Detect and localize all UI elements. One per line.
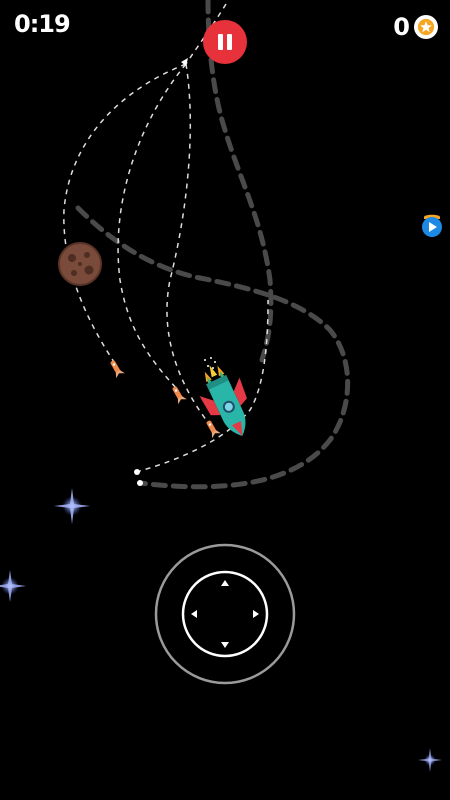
elapsed-timer: 0:19 <box>14 10 71 38</box>
coin-count: 0 <box>393 13 410 41</box>
video-reward-button[interactable] <box>421 213 443 239</box>
pause-button[interactable] <box>203 20 247 64</box>
arrow-up-icon <box>221 580 229 586</box>
arrow-right-icon <box>253 610 259 618</box>
star-coin-icon <box>414 15 438 39</box>
coin-counter: 0 <box>393 13 438 41</box>
arrow-down-icon <box>221 642 229 648</box>
homing-missile <box>110 360 125 379</box>
sparkle-star <box>418 748 442 772</box>
virtual-joystick[interactable] <box>154 543 296 685</box>
homing-missile <box>206 420 221 439</box>
video-play-icon <box>422 214 442 237</box>
homing-missile <box>172 386 187 405</box>
path-marker <box>134 469 140 475</box>
sparkle-star <box>0 570 26 602</box>
path-marker <box>137 480 143 486</box>
joystick-outer-ring <box>154 543 296 685</box>
arrow-left-icon <box>191 610 197 618</box>
player-rocket <box>199 365 247 436</box>
sparkle-star <box>54 488 90 524</box>
pause-icon <box>218 34 223 50</box>
asteroid <box>58 242 102 286</box>
